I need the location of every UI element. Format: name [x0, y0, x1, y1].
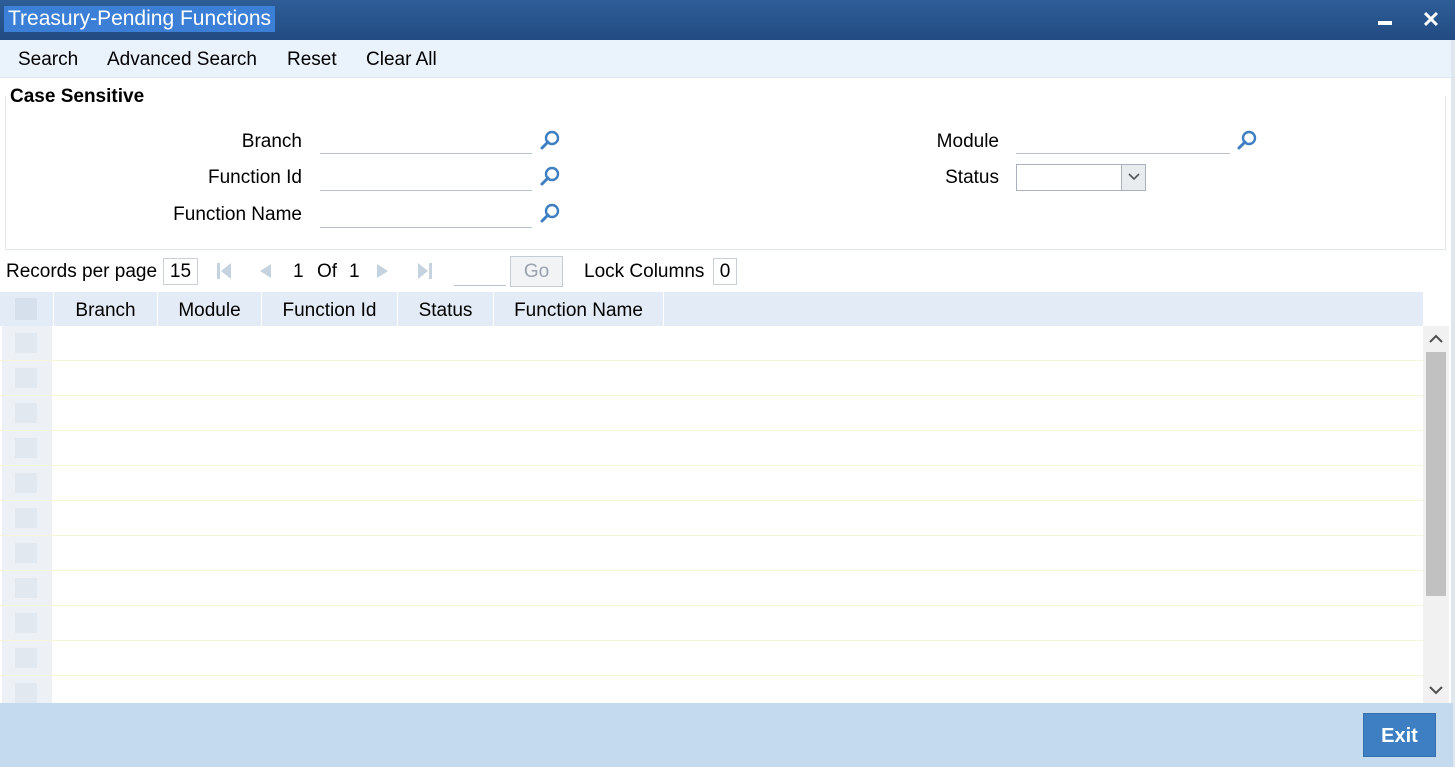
function-id-lookup-icon[interactable] — [539, 165, 561, 187]
select-all-checkbox[interactable] — [0, 292, 54, 326]
row-select-checkbox[interactable] — [2, 606, 52, 640]
reset-button[interactable]: Reset — [287, 49, 337, 71]
table-row[interactable] — [0, 641, 1423, 676]
function-id-label: Function Id — [208, 167, 302, 188]
footer-bar: Exit — [0, 703, 1453, 767]
row-select-checkbox[interactable] — [2, 431, 52, 465]
go-button[interactable]: Go — [510, 256, 563, 287]
lock-columns-label: Lock Columns — [584, 261, 705, 282]
status-select[interactable] — [1016, 164, 1146, 191]
table-row[interactable] — [0, 466, 1423, 501]
scroll-thumb[interactable] — [1426, 352, 1446, 596]
row-select-checkbox[interactable] — [2, 361, 52, 395]
chevron-down-icon[interactable] — [1121, 165, 1145, 190]
function-id-input[interactable] — [320, 165, 532, 191]
title-bar: Treasury-Pending Functions ✕ — [0, 0, 1455, 40]
scroll-up-icon[interactable] — [1423, 326, 1449, 352]
row-select-checkbox[interactable] — [2, 396, 52, 430]
last-page-icon[interactable] — [415, 262, 435, 280]
function-name-lookup-icon[interactable] — [539, 202, 561, 224]
close-icon[interactable]: ✕ — [1415, 4, 1447, 36]
column-header-branch[interactable]: Branch — [54, 292, 158, 326]
table-row[interactable] — [0, 571, 1423, 606]
table-row[interactable] — [0, 501, 1423, 536]
table-row[interactable] — [0, 396, 1423, 431]
column-header-module[interactable]: Module — [158, 292, 262, 326]
row-select-checkbox[interactable] — [2, 326, 52, 360]
current-page: 1 — [293, 261, 304, 282]
row-select-checkbox[interactable] — [2, 536, 52, 570]
branch-input[interactable] — [320, 128, 532, 154]
lock-columns-input[interactable]: 0 — [713, 258, 737, 285]
row-select-checkbox[interactable] — [2, 466, 52, 500]
table-row[interactable] — [0, 676, 1423, 703]
grid-scrollbar[interactable] — [1423, 326, 1449, 703]
function-name-label: Function Name — [173, 204, 302, 225]
scroll-down-icon[interactable] — [1423, 677, 1449, 703]
row-select-checkbox[interactable] — [2, 501, 52, 535]
grid-body — [0, 326, 1423, 703]
previous-page-icon[interactable] — [256, 262, 276, 280]
window-title: Treasury-Pending Functions — [4, 6, 276, 32]
module-label: Module — [936, 131, 999, 152]
table-row[interactable] — [0, 431, 1423, 466]
row-select-checkbox[interactable] — [2, 571, 52, 605]
grid-header: Branch Module Function Id Status Functio… — [0, 292, 1423, 326]
status-label: Status — [945, 167, 999, 188]
row-select-checkbox[interactable] — [2, 641, 52, 675]
table-row[interactable] — [0, 536, 1423, 571]
records-per-page-input[interactable]: 15 — [163, 258, 198, 285]
column-header-status[interactable]: Status — [398, 292, 494, 326]
total-pages: 1 — [349, 261, 360, 282]
next-page-icon[interactable] — [372, 262, 392, 280]
branch-lookup-icon[interactable] — [539, 129, 561, 151]
module-lookup-icon[interactable] — [1236, 129, 1258, 151]
of-label: Of — [317, 261, 338, 282]
toolbar: Search Advanced Search Reset Clear All — [0, 40, 1453, 78]
branch-label: Branch — [241, 131, 302, 152]
case-sensitive-label: Case Sensitive — [10, 86, 145, 107]
function-name-input[interactable] — [320, 202, 532, 228]
window-right-border — [1451, 40, 1455, 767]
module-input[interactable] — [1016, 128, 1230, 154]
first-page-icon[interactable] — [214, 262, 234, 280]
exit-button[interactable]: Exit — [1363, 713, 1436, 757]
table-row[interactable] — [0, 606, 1423, 641]
records-per-page-label: Records per page — [6, 261, 158, 282]
table-row[interactable] — [0, 361, 1423, 396]
clear-all-button[interactable]: Clear All — [366, 49, 437, 71]
column-header-function-name[interactable]: Function Name — [494, 292, 664, 326]
minimize-icon[interactable] — [1370, 4, 1402, 36]
go-to-page-input[interactable] — [454, 259, 506, 286]
row-select-checkbox[interactable] — [2, 676, 52, 703]
table-row[interactable] — [0, 326, 1423, 361]
column-header-function-id[interactable]: Function Id — [262, 292, 398, 326]
search-button[interactable]: Search — [18, 49, 78, 71]
advanced-search-button[interactable]: Advanced Search — [107, 49, 257, 71]
